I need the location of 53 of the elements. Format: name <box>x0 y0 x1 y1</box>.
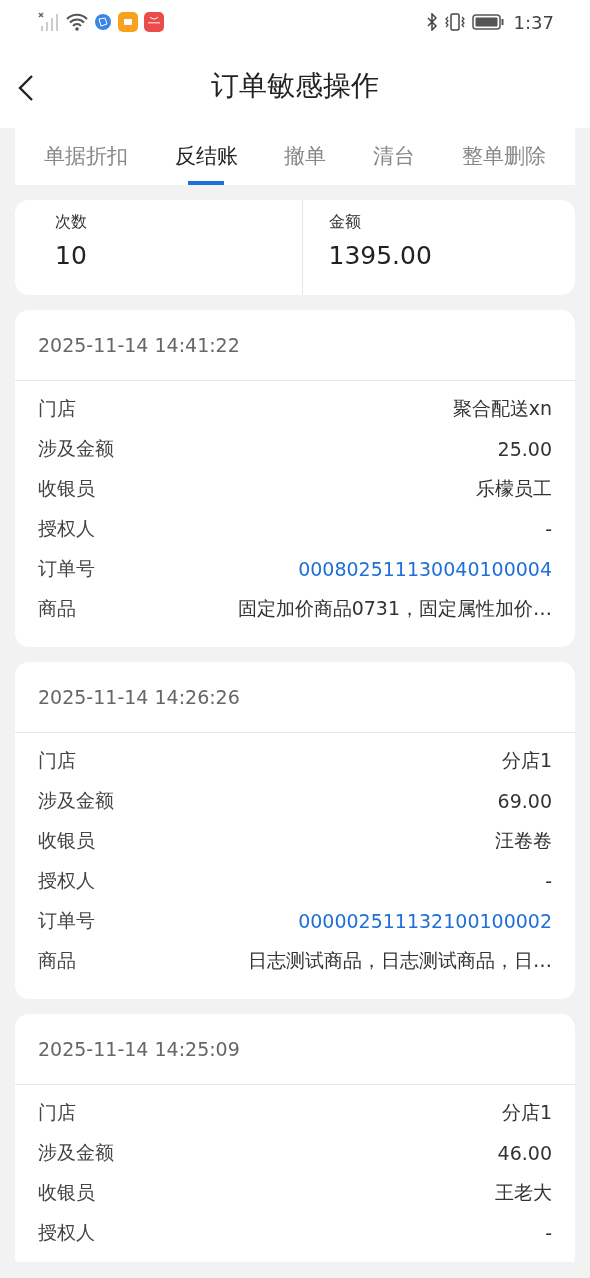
summary-label: 次数 <box>55 212 88 233</box>
tab[interactable]: 整单删除 <box>461 128 546 185</box>
field-label: 收银员 <box>38 828 95 853</box>
field-value: - <box>545 870 552 892</box>
field-label: 订单号 <box>38 908 95 933</box>
field-label: 收银员 <box>38 1180 95 1205</box>
order-number-link[interactable]: 000802511130040100004 <box>298 558 552 580</box>
summary-value: 10 <box>55 241 88 270</box>
record-time: 2025-11-14 14:41:22 <box>15 310 575 381</box>
field-label: 订单号 <box>38 556 95 581</box>
field-label: 授权人 <box>38 516 95 541</box>
bluetooth-icon <box>425 13 438 31</box>
app-icon <box>118 12 138 32</box>
status-time: 1:37 <box>513 11 554 33</box>
field-label: 商品 <box>38 948 76 973</box>
field-value: 固定加价商品0731，固定属性加价… <box>237 596 552 621</box>
field-value: 25.00 <box>497 438 552 460</box>
field-value: - <box>545 518 552 540</box>
field-label: 授权人 <box>38 868 95 893</box>
tab[interactable]: 单据折扣 <box>44 128 129 185</box>
app-icon <box>144 12 164 32</box>
summary-value: 1395.00 <box>328 241 433 270</box>
tab[interactable]: 撤单 <box>284 128 327 185</box>
page-title: 订单敏感操作 <box>211 68 379 104</box>
wifi-icon <box>66 13 88 31</box>
field-label: 涉及金额 <box>38 1140 114 1165</box>
field-value: 46.00 <box>497 1142 552 1164</box>
field-value: 分店1 <box>501 1100 552 1125</box>
field-label: 门店 <box>38 396 76 421</box>
field-value: 汪卷卷 <box>495 828 552 853</box>
signal-icon <box>38 12 60 32</box>
field-value: 聚合配送xn <box>452 396 552 421</box>
field-value: 日志测试商品，日志测试商品，日… <box>248 948 552 973</box>
field-label: 商品 <box>38 596 76 621</box>
field-value: - <box>545 1222 552 1244</box>
vibrate-icon <box>443 13 466 31</box>
field-value: 王老大 <box>495 1180 552 1205</box>
globe-icon <box>94 13 112 31</box>
record-time: 2025-11-14 14:26:26 <box>15 662 575 733</box>
field-label: 授权人 <box>38 1220 95 1245</box>
tab[interactable]: 清台 <box>373 128 416 185</box>
field-value: 分店1 <box>501 748 552 773</box>
summary-label: 金额 <box>328 212 362 233</box>
field-label: 门店 <box>38 1100 76 1125</box>
record-time: 2025-11-14 14:25:09 <box>15 1014 575 1085</box>
field-value: 乐檬员工 <box>476 476 552 501</box>
field-label: 涉及金额 <box>38 788 114 813</box>
field-label: 收银员 <box>38 476 95 501</box>
field-value: 69.00 <box>497 790 552 812</box>
order-number-link[interactable]: 000002511132100100002 <box>298 910 552 932</box>
field-label: 涉及金额 <box>38 436 114 461</box>
field-label: 门店 <box>38 748 76 773</box>
battery-icon <box>471 14 504 30</box>
